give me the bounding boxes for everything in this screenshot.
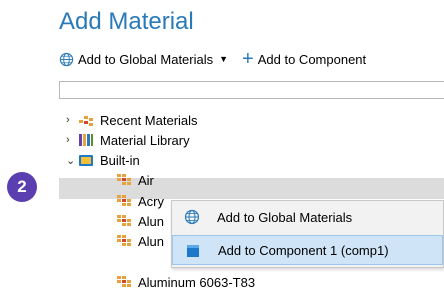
tree-item-label: Aluminum 6063-T83	[138, 274, 256, 290]
tree-item[interactable]: Alun	[116, 231, 164, 251]
add-to-component-label: Add to Component	[257, 51, 367, 67]
tree-item-label: Alun	[138, 233, 165, 249]
tree-item-label: Air	[138, 172, 154, 188]
toolbar: Add to Global Materials ▼ + Add to Compo…	[59, 49, 366, 69]
chevron-down-icon[interactable]: ⌄	[66, 154, 78, 167]
tree-node-material-library[interactable]: › Material Library	[66, 130, 190, 150]
chevron-right-icon[interactable]: ›	[66, 134, 78, 146]
tree-item-label: Acry	[138, 193, 164, 209]
globe-icon	[59, 52, 74, 66]
tree-node-recent-materials[interactable]: › Recent Materials	[66, 110, 198, 130]
material-icon	[117, 276, 131, 287]
tree-item[interactable]: Aluminum 6063-T83	[116, 272, 255, 292]
add-to-component-button[interactable]: + Add to Component	[228, 48, 367, 70]
chevron-down-icon[interactable]: ▼	[219, 54, 228, 64]
tree-item[interactable]: Acry	[116, 191, 164, 211]
component-icon	[187, 245, 199, 257]
page-title: Add Material	[59, 8, 194, 35]
globe-icon	[184, 209, 200, 225]
folder-icon	[79, 155, 93, 166]
menu-item-add-to-global-materials[interactable]: Add to Global Materials	[172, 202, 443, 232]
menu-item-add-to-component[interactable]: Add to Component 1 (comp1)	[172, 235, 443, 265]
material-icon	[117, 174, 131, 185]
menu-item-label: Add to Component 1 (comp1)	[218, 242, 389, 258]
tree-label-material-library: Material Library	[100, 132, 190, 148]
tree-item-label: Alun	[138, 213, 165, 229]
tree-label-recent-materials: Recent Materials	[100, 112, 198, 128]
step-badge: 2	[7, 172, 37, 202]
recent-materials-icon	[79, 116, 93, 126]
menu-item-label: Add to Global Materials	[217, 209, 353, 225]
tree-node-built-in[interactable]: ⌄ Built-in	[66, 150, 140, 170]
material-icon	[117, 235, 131, 246]
tree-label-built-in: Built-in	[100, 152, 140, 168]
add-to-global-materials-button[interactable]: Add to Global Materials ▼	[59, 52, 228, 67]
chevron-right-icon[interactable]: ›	[66, 114, 78, 126]
add-to-global-materials-label: Add to Global Materials	[78, 51, 214, 67]
tree-item-air[interactable]: Air	[116, 170, 154, 190]
material-icon	[117, 195, 131, 206]
tree-item[interactable]: Alun	[116, 211, 164, 231]
library-icon	[79, 134, 93, 146]
search-input[interactable]	[59, 81, 444, 99]
material-icon	[117, 215, 131, 226]
context-menu: Add to Global Materials Add to Component…	[171, 200, 444, 268]
plus-icon: +	[242, 48, 254, 70]
